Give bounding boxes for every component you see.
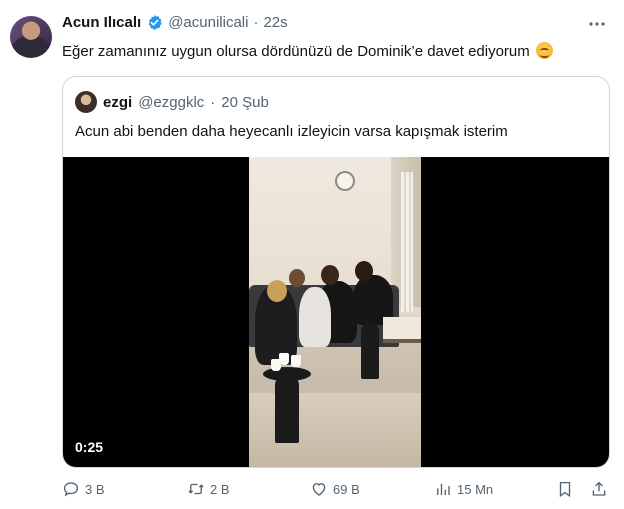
more-icon[interactable] bbox=[588, 16, 606, 27]
quoted-author-avatar[interactable] bbox=[75, 91, 97, 113]
quoted-tweet-text: Acun abi benden daha heyecanlı izleyicin… bbox=[75, 123, 508, 140]
video-ottoman bbox=[383, 317, 421, 343]
share-button[interactable] bbox=[590, 480, 608, 498]
quoted-tweet-time[interactable]: 20 Şub bbox=[221, 94, 269, 111]
smiling-emoji-icon bbox=[535, 42, 553, 59]
reply-count: 3 B bbox=[85, 481, 105, 497]
like-count: 69 B bbox=[333, 481, 360, 497]
video-person-head bbox=[321, 265, 339, 285]
quoted-author-name[interactable]: ezgi bbox=[103, 94, 132, 111]
author-name[interactable]: Acun Ilıcalı bbox=[62, 14, 141, 31]
video-cup bbox=[279, 353, 289, 365]
video-frame bbox=[249, 157, 421, 467]
video-wall-clock bbox=[335, 171, 355, 191]
retweet-icon bbox=[188, 483, 204, 495]
video-person-head bbox=[355, 261, 373, 281]
quoted-author-handle[interactable]: @ezggklc bbox=[138, 94, 204, 111]
separator-dot: · bbox=[253, 14, 259, 31]
tweet-header: Acun Ilıcalı @acunilicali · 22s bbox=[62, 14, 288, 31]
reply-icon bbox=[63, 482, 79, 497]
bookmark-icon bbox=[559, 481, 571, 498]
like-icon bbox=[312, 483, 326, 496]
verified-badge-icon bbox=[148, 15, 162, 30]
video-person-head bbox=[289, 269, 305, 287]
video-curtain bbox=[401, 172, 413, 312]
share-icon bbox=[592, 481, 606, 496]
reply-button[interactable]: 3 B bbox=[62, 480, 105, 498]
like-button[interactable]: 69 B bbox=[310, 480, 360, 498]
tweet-text-content: Eğer zamanınız uygun olursa dördünüzü de… bbox=[62, 43, 530, 60]
views-button[interactable]: 15 Mn bbox=[434, 480, 493, 498]
quoted-tweet-header: ezgi @ezggklc · 20 Şub bbox=[75, 91, 269, 113]
quoted-separator-dot: · bbox=[210, 93, 216, 111]
author-avatar[interactable] bbox=[10, 16, 52, 58]
retweet-count: 2 B bbox=[210, 481, 230, 497]
video-side-table bbox=[361, 323, 379, 379]
video-coffee-table bbox=[275, 375, 299, 443]
video-cup bbox=[291, 355, 301, 367]
author-handle[interactable]: @acunilicali bbox=[168, 14, 248, 31]
video-duration: 0:25 bbox=[75, 439, 104, 455]
tweet[interactable]: Acun Ilıcalı @acunilicali · 22s Eğer zam… bbox=[0, 0, 624, 509]
tweet-text: Eğer zamanınız uygun olursa dördünüzü de… bbox=[62, 42, 553, 60]
video-person bbox=[299, 287, 331, 347]
views-icon bbox=[437, 483, 450, 495]
retweet-button[interactable]: 2 B bbox=[187, 480, 230, 498]
action-bar: 3 B 2 B 69 B 15 Mn bbox=[62, 480, 610, 502]
video-player[interactable]: 0:25 bbox=[63, 157, 609, 467]
views-count: 15 Mn bbox=[457, 481, 494, 497]
quoted-tweet[interactable]: ezgi @ezggklc · 20 Şub Acun abi benden d… bbox=[62, 76, 610, 468]
tweet-time[interactable]: 22s bbox=[263, 14, 287, 31]
bookmark-button[interactable] bbox=[556, 480, 574, 498]
video-person-head bbox=[267, 280, 287, 302]
